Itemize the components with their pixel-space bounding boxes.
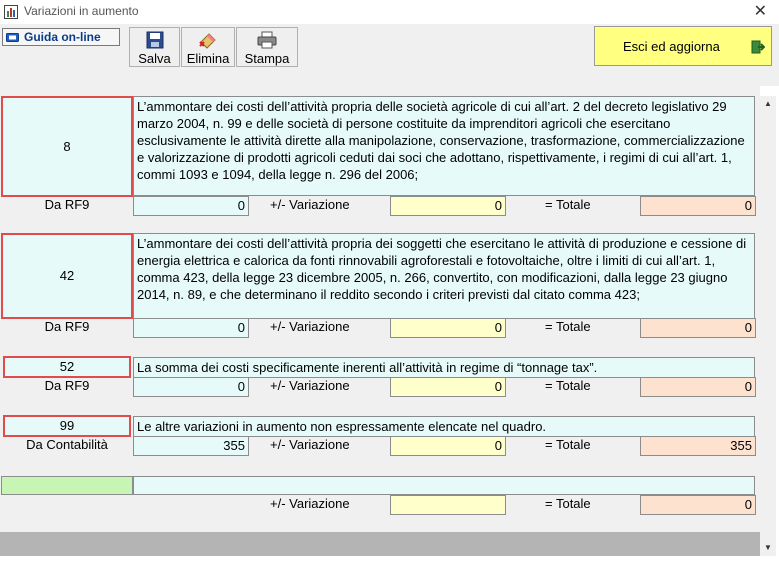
totale-field-42: 0 <box>640 318 756 338</box>
variazione-field-52[interactable]: 0 <box>390 377 506 397</box>
totale-label-99: = Totale <box>545 437 591 452</box>
delete-button[interactable]: Elimina <box>181 27 235 67</box>
exit-and-update-button[interactable]: Esci ed aggiorna <box>594 26 772 66</box>
code-box-52: 52 <box>3 356 131 378</box>
extra-code-field[interactable] <box>1 476 133 495</box>
title-bar: Variazioni in aumento ✕ <box>0 0 779 24</box>
totale-field-99: 355 <box>640 436 756 456</box>
totale-label-extra: = Totale <box>545 496 591 511</box>
rf9-field-42[interactable]: 0 <box>133 318 249 338</box>
floppy-disk-icon <box>146 31 163 49</box>
vertical-scrollbar[interactable]: ▲ ▼ <box>760 96 776 556</box>
scroll-up-arrow-icon[interactable]: ▲ <box>760 96 776 112</box>
totale-field-8: 0 <box>640 196 756 216</box>
print-label: Stampa <box>244 51 290 66</box>
variazione-field-8[interactable]: 0 <box>390 196 506 216</box>
totale-label-42: = Totale <box>545 319 591 334</box>
print-button[interactable]: Stampa <box>236 27 298 67</box>
variazione-label-8: +/- Variazione <box>270 197 350 212</box>
help-book-icon <box>6 32 19 42</box>
description-8: L’ammontare dei costi dell’attività prop… <box>133 96 755 196</box>
exit-door-icon <box>751 40 765 54</box>
totale-field-52: 0 <box>640 377 756 397</box>
exit-label: Esci ed aggiorna <box>623 39 720 54</box>
scroll-track[interactable] <box>760 112 776 540</box>
scroll-down-arrow-icon[interactable]: ▼ <box>760 540 776 556</box>
guida-online-button[interactable]: Guida on-line <box>2 28 120 46</box>
description-99: Le altre variazioni in aumento non espre… <box>133 416 755 437</box>
code-box-8: 8 <box>1 96 133 197</box>
rf9-field-52[interactable]: 0 <box>133 377 249 397</box>
source-label-8: Da RF9 <box>44 197 90 212</box>
code-box-99: 99 <box>3 415 131 437</box>
printer-icon <box>257 31 277 49</box>
totale-label-8: = Totale <box>545 197 591 212</box>
variazione-label-42: +/- Variazione <box>270 319 350 334</box>
source-label-42: Da RF9 <box>44 319 90 334</box>
form-area: 8 L’ammontare dei costi dell’attività pr… <box>0 86 760 556</box>
contabilita-field-99[interactable]: 355 <box>133 436 249 456</box>
totale-label-52: = Totale <box>545 378 591 393</box>
save-label: Salva <box>138 51 171 66</box>
variazione-label-52: +/- Variazione <box>270 378 350 393</box>
source-label-99: Da Contabilità <box>26 437 108 452</box>
description-52: La somma dei costi specificamente ineren… <box>133 357 755 378</box>
window-title: Variazioni in aumento <box>24 4 139 18</box>
extra-description-field[interactable] <box>133 476 755 495</box>
variazione-field-99[interactable]: 0 <box>390 436 506 456</box>
delete-label: Elimina <box>186 51 230 66</box>
code-box-42: 42 <box>1 233 133 319</box>
totale-field-extra: 0 <box>640 495 756 515</box>
chart-app-icon <box>4 5 18 19</box>
variazione-field-42[interactable]: 0 <box>390 318 506 338</box>
variazione-label-99: +/- Variazione <box>270 437 350 452</box>
eraser-icon <box>199 33 216 49</box>
rf9-field-8[interactable]: 0 <box>133 196 249 216</box>
source-label-52: Da RF9 <box>44 378 90 393</box>
bottom-bar <box>0 532 760 556</box>
toolbar: Guida on-line Salva Elimina Stampa Esci … <box>0 24 779 86</box>
variazione-label-extra: +/- Variazione <box>270 496 350 511</box>
variazione-field-extra[interactable] <box>390 495 506 515</box>
guida-label: Guida on-line <box>24 30 101 44</box>
close-icon[interactable]: ✕ <box>754 1 767 21</box>
description-42: L’ammontare dei costi dell’attività prop… <box>133 233 755 319</box>
save-button[interactable]: Salva <box>129 27 180 67</box>
